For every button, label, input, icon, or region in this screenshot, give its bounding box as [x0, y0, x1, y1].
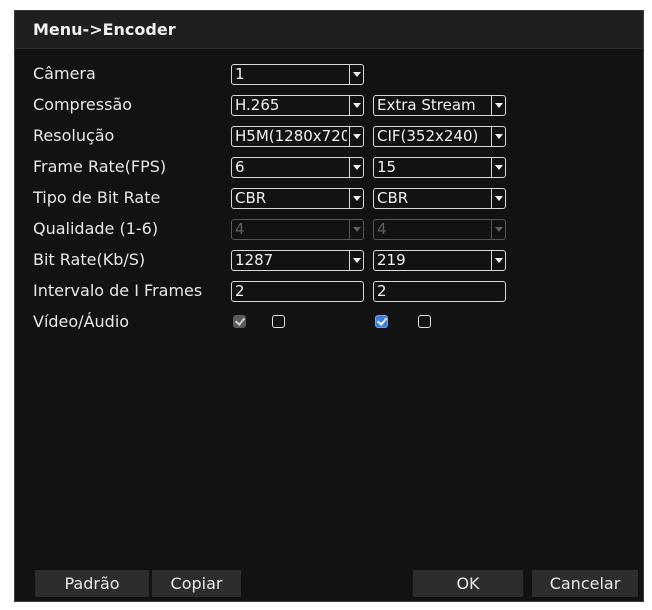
- label-iframe-interval: Intervalo de I Frames: [33, 281, 203, 300]
- extra-stream-select[interactable]: Extra Stream: [373, 95, 506, 116]
- chevron-down-icon: [491, 189, 505, 208]
- main-video-checkbox[interactable]: [233, 315, 246, 328]
- chevron-down-icon: [349, 220, 363, 239]
- main-bitrate-select[interactable]: 1287: [231, 250, 364, 271]
- extra-stream-value: Extra Stream: [377, 96, 476, 114]
- camera-select[interactable]: 1: [231, 64, 364, 85]
- title-bar: Menu->Encoder: [15, 11, 643, 49]
- check-icon: [234, 315, 246, 326]
- main-bitrate-value: 1287: [235, 251, 274, 269]
- main-compression-value: H.265: [235, 96, 280, 114]
- main-audio-checkbox[interactable]: [272, 315, 285, 328]
- chevron-down-icon: [349, 158, 363, 177]
- main-iframe-interval-input[interactable]: 2: [231, 281, 364, 302]
- label-resolution: Resolução: [33, 126, 115, 145]
- extra-frame-rate-value: 15: [377, 158, 397, 176]
- main-bitrate-type-value: CBR: [235, 189, 267, 207]
- extra-frame-rate-select[interactable]: 15: [373, 157, 506, 178]
- extra-resolution-select[interactable]: CIF(352x240): [373, 126, 506, 147]
- label-camera: Câmera: [33, 64, 96, 83]
- extra-iframe-interval-value: 2: [377, 282, 387, 300]
- chevron-down-icon: [491, 220, 505, 239]
- extra-bitrate-select[interactable]: 219: [373, 250, 506, 271]
- chevron-down-icon: [491, 127, 505, 146]
- extra-quality-value: 4: [377, 220, 387, 238]
- ok-button[interactable]: OK: [413, 570, 523, 597]
- chevron-down-icon: [349, 127, 363, 146]
- main-iframe-interval-value: 2: [235, 282, 245, 300]
- main-frame-rate-select[interactable]: 6: [231, 157, 364, 178]
- default-button[interactable]: Padrão: [35, 570, 149, 597]
- chevron-down-icon: [349, 96, 363, 115]
- main-frame-rate-value: 6: [235, 158, 245, 176]
- chevron-down-icon: [349, 189, 363, 208]
- window-title: Menu->Encoder: [33, 20, 176, 39]
- camera-value: 1: [235, 65, 245, 83]
- main-bitrate-type-select[interactable]: CBR: [231, 188, 364, 209]
- extra-bitrate-type-select[interactable]: CBR: [373, 188, 506, 209]
- label-frame-rate: Frame Rate(FPS): [33, 157, 167, 176]
- main-resolution-value: H5M(1280x720): [235, 127, 347, 145]
- extra-quality-select[interactable]: 4: [373, 219, 506, 240]
- chevron-down-icon: [491, 251, 505, 270]
- label-bitrate: Bit Rate(Kb/S): [33, 250, 146, 269]
- encoder-window: Menu->Encoder Câmera Compressão Resoluçã…: [14, 10, 644, 602]
- extra-resolution-value: CIF(352x240): [377, 127, 479, 145]
- extra-iframe-interval-input[interactable]: 2: [373, 281, 506, 302]
- label-compression: Compressão: [33, 95, 133, 114]
- chevron-down-icon: [349, 65, 363, 84]
- extra-audio-checkbox[interactable]: [418, 315, 431, 328]
- extra-bitrate-value: 219: [377, 251, 406, 269]
- extra-video-checkbox[interactable]: [375, 315, 388, 328]
- chevron-down-icon: [491, 96, 505, 115]
- label-bitrate-type: Tipo de Bit Rate: [33, 188, 161, 207]
- extra-bitrate-type-value: CBR: [377, 189, 409, 207]
- label-quality: Qualidade (1-6): [33, 219, 159, 238]
- chevron-down-icon: [491, 158, 505, 177]
- main-quality-value: 4: [235, 220, 245, 238]
- main-compression-select[interactable]: H.265: [231, 95, 364, 116]
- chevron-down-icon: [349, 251, 363, 270]
- copy-button[interactable]: Copiar: [152, 570, 241, 597]
- main-quality-select[interactable]: 4: [231, 219, 364, 240]
- check-icon: [376, 315, 388, 326]
- main-resolution-select[interactable]: H5M(1280x720): [231, 126, 364, 147]
- label-video-audio: Vídeo/Áudio: [33, 312, 130, 331]
- cancel-button[interactable]: Cancelar: [532, 570, 638, 597]
